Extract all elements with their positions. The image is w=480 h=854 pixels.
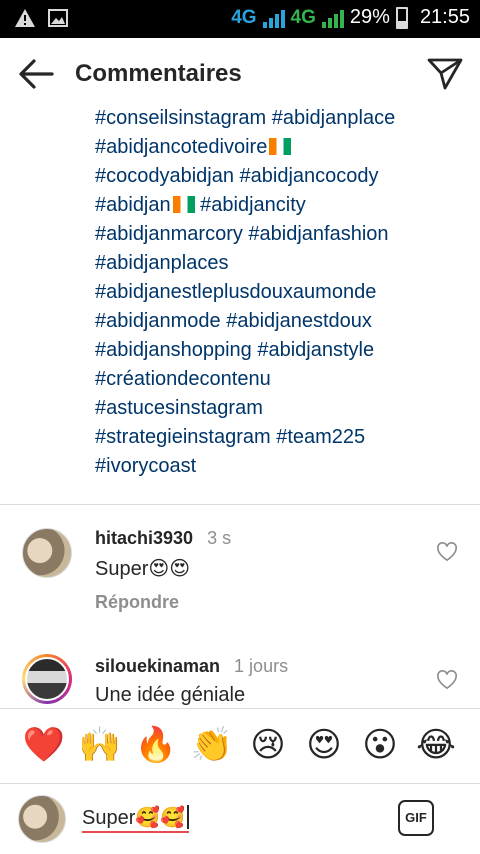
ivory-coast-flag-icon — [172, 196, 195, 213]
emoji-heart-eyes[interactable]: 😍 — [302, 723, 346, 767]
comment-text: Une idée géniale — [95, 684, 246, 706]
gif-button[interactable]: GIF — [398, 800, 434, 836]
status-bar: 4G 4G 29% 21:55 — [0, 0, 480, 38]
comment-item: hitachi3930 3 s Super😍😍 Répondre — [0, 526, 480, 626]
network-type-1: 4G — [231, 6, 257, 28]
hashtag-line[interactable]: #créationdecontenu — [95, 365, 465, 394]
comment-text: Super😍😍 — [95, 558, 191, 580]
hashtag-line[interactable]: #abidjanplaces — [95, 249, 465, 278]
hashtag-line[interactable]: #cocodyabidjan #abidjancocody — [95, 162, 465, 191]
image-icon — [48, 9, 68, 27]
avatar[interactable] — [22, 528, 72, 578]
emoji-surprised[interactable]: 😮 — [358, 723, 402, 767]
comment-input[interactable]: Super🥰🥰 — [82, 805, 190, 833]
hashtag-line[interactable]: #abidjancotedivoire — [95, 133, 465, 162]
ivory-coast-flag-icon — [269, 138, 292, 155]
arrow-left-icon[interactable] — [16, 56, 56, 92]
comment-username[interactable]: silouekinaman — [95, 656, 220, 676]
divider — [0, 504, 480, 505]
emoji-fire[interactable]: 🔥 — [134, 723, 178, 767]
hashtag-line[interactable]: #astucesinstagram — [95, 394, 465, 423]
post-caption: #conseilsinstagram #abidjanplace #abidja… — [95, 104, 465, 481]
text-caret — [187, 805, 190, 829]
comment-time: 1 jours — [234, 656, 289, 676]
comment-input-bar: Super🥰🥰 GIF — [0, 785, 480, 854]
avatar — [18, 795, 66, 843]
hashtag-line[interactable]: #abidjanmarcory #abidjanfashion — [95, 220, 465, 249]
emoji-quick-bar: ❤️ 🙌 🔥 👏 😢 😍 😮 😂 — [0, 708, 480, 784]
hashtag-line[interactable]: #abidjanshopping #abidjanstyle — [95, 336, 465, 365]
comment-time: 3 s — [207, 528, 232, 548]
signal-icon-1 — [262, 8, 285, 28]
heart-icon[interactable] — [436, 670, 458, 690]
hashtag-line[interactable]: #abidjan #abidjancity — [95, 191, 465, 220]
comment-username[interactable]: hitachi3930 — [95, 528, 193, 548]
hashtag-line[interactable]: #strategieinstagram #team225 — [95, 423, 465, 452]
header: Commentaires — [0, 38, 480, 108]
clock: 21:55 — [419, 6, 470, 28]
paper-plane-icon[interactable] — [426, 54, 464, 92]
hashtag-line[interactable]: #abidjanestleplusdouxaumonde — [95, 278, 465, 307]
heart-icon[interactable] — [436, 542, 458, 562]
emoji-raised-hands[interactable]: 🙌 — [78, 723, 122, 767]
battery-icon — [395, 6, 408, 29]
signal-icon-2 — [321, 8, 344, 28]
page-title: Commentaires — [75, 60, 242, 87]
hashtag-line[interactable]: #abidjanmode #abidjanestdoux — [95, 307, 465, 336]
reply-button[interactable]: Répondre — [95, 592, 179, 613]
battery-percent: 29% — [349, 6, 390, 28]
hashtag-line[interactable]: #ivorycoast — [95, 452, 465, 481]
emoji-laughing[interactable]: 😂 — [414, 723, 458, 767]
emoji-heart[interactable]: ❤️ — [22, 723, 66, 767]
avatar[interactable] — [22, 654, 72, 704]
emoji-clapping[interactable]: 👏 — [190, 723, 234, 767]
network-type-2: 4G — [290, 6, 316, 28]
comment-item: silouekinaman 1 jours Une idée géniale — [0, 654, 480, 708]
emoji-crying[interactable]: 😢 — [246, 723, 290, 767]
warning-icon — [15, 9, 35, 27]
hashtag-line[interactable]: #conseilsinstagram #abidjanplace — [95, 104, 465, 133]
